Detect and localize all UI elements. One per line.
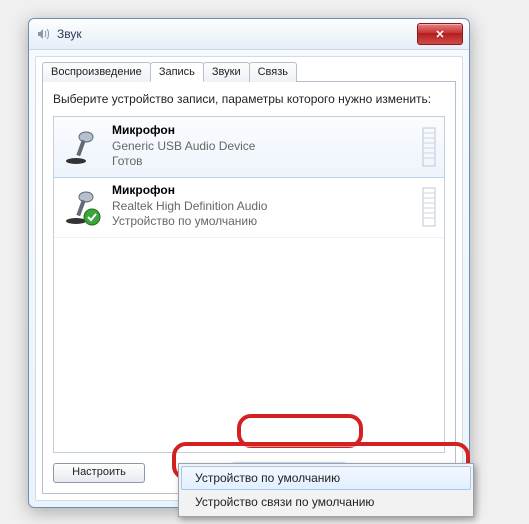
device-text: Микрофон Realtek High Definition Audio У… [112,183,414,230]
configure-button[interactable]: Настроить [53,463,145,483]
device-status: Готов [112,154,414,170]
tab-recording[interactable]: Запись [150,62,204,82]
menu-default-device[interactable]: Устройство по умолчанию [181,466,471,490]
device-driver: Realtek High Definition Audio [112,199,414,215]
client-area: Воспроизведение Запись Звуки Связь Выбер… [35,56,463,501]
tab-sounds[interactable]: Звуки [203,62,250,82]
instruction-text: Выберите устройство записи, параметры ко… [53,92,445,108]
device-name: Микрофон [112,183,414,199]
microphone-icon [62,127,102,167]
device-list[interactable]: Микрофон Generic USB Audio Device Готов [53,116,445,453]
device-item[interactable]: Микрофон Generic USB Audio Device Готов [53,116,445,178]
close-icon: ✕ [435,28,444,41]
default-dropdown-menu: Устройство по умолчанию Устройство связи… [178,463,474,517]
tab-strip: Воспроизведение Запись Звуки Связь [42,61,456,81]
speaker-icon [35,26,51,42]
close-button[interactable]: ✕ [417,23,463,45]
level-meter [422,127,436,167]
sound-dialog: Звук ✕ Воспроизведение Запись Звуки Связ… [28,18,470,508]
titlebar[interactable]: Звук ✕ [29,19,469,50]
microphone-icon [62,187,102,227]
level-meter [422,187,436,227]
device-driver: Generic USB Audio Device [112,139,414,155]
menu-default-comm-device[interactable]: Устройство связи по умолчанию [181,490,471,514]
device-name: Микрофон [112,123,414,139]
tab-playback[interactable]: Воспроизведение [42,62,151,82]
device-text: Микрофон Generic USB Audio Device Готов [112,123,414,170]
device-status: Устройство по умолчанию [112,214,414,230]
tab-communications[interactable]: Связь [249,62,297,82]
window-title: Звук [57,27,417,41]
device-item[interactable]: Микрофон Realtek High Definition Audio У… [54,177,444,238]
recording-panel: Выберите устройство записи, параметры ко… [42,81,456,494]
